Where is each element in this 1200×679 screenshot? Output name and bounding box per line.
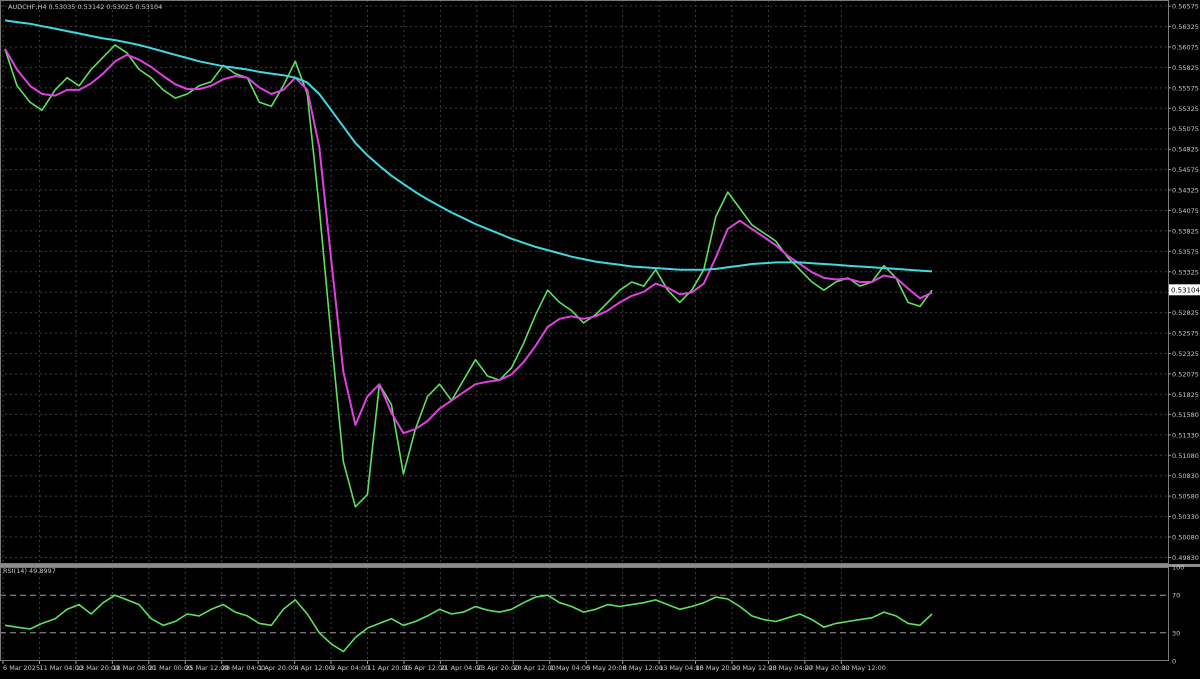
rsi-tick-label: 30 [1172, 629, 1180, 637]
price-tick-label: 0.50580 [1172, 493, 1199, 501]
price-tick-label: 0.54575 [1172, 166, 1199, 174]
time-tick-label: 1 May 04:00 [550, 664, 590, 672]
price-tick-label: 0.55325 [1172, 105, 1199, 113]
price-tick-label: 0.51080 [1172, 452, 1199, 460]
price-tick-label: 0.55075 [1172, 125, 1199, 133]
chart-svg[interactable]: 0.56575 0.56325 0.56075 0.55825 0.55575 0.553… [0, 0, 1200, 675]
last-price-label: 0.53104 [1171, 286, 1200, 294]
rsi-tick-label: 0 [1172, 658, 1176, 666]
price-tick-label: 0.51825 [1172, 391, 1199, 399]
price-tick-label: 0.54825 [1172, 146, 1199, 154]
time-tick-label: 30 May 12:00 [841, 664, 886, 672]
rsi-tick-label: 70 [1172, 592, 1180, 600]
price-tick-label: 0.51330 [1172, 431, 1199, 439]
price-tick-label: 0.52825 [1172, 309, 1199, 317]
price-tick-label: 0.53325 [1172, 268, 1199, 276]
time-tick-label: 9 Apr 04:00 [331, 664, 369, 672]
time-tick-label: 4 Apr 12:00 [295, 664, 333, 672]
price-tick-label: 0.55575 [1172, 84, 1199, 92]
price-tick-label: 0.54075 [1172, 207, 1199, 215]
price-tick-label: 0.53825 [1172, 227, 1199, 235]
panel-separator[interactable] [0, 564, 1200, 567]
price-tick-label: 0.56325 [1172, 23, 1199, 31]
time-tick-label: 1 Apr 20:00 [258, 664, 296, 672]
price-tick-label: 0.54325 [1172, 187, 1199, 195]
price-tick-label: 0.53575 [1172, 248, 1199, 256]
price-tick-label: 0.50330 [1172, 513, 1199, 521]
price-tick-label: 0.49830 [1172, 554, 1199, 562]
price-tick-label: 0.52325 [1172, 350, 1199, 358]
time-tick-label: 5 May 20:00 [586, 664, 626, 672]
price-tick-label: 0.56075 [1172, 44, 1199, 52]
price-tick-label: 0.50830 [1172, 472, 1199, 480]
price-tick-label: 0.52075 [1172, 370, 1199, 378]
main-chart-header: AUDCHF,H4 0.53035 0.53142 0.53025 0.5310… [8, 3, 162, 11]
time-tick-label: 6 Mar 2025 [3, 664, 40, 672]
price-tick-label: 0.52575 [1172, 330, 1199, 338]
price-tick-label: 0.51580 [1172, 411, 1199, 419]
price-tick-label: 0.50080 [1172, 534, 1199, 542]
rsi-tick-label: 100 [1172, 564, 1184, 572]
last-price-marker: 0.53104 [1169, 284, 1200, 296]
rsi-header: RSI(14) 49.8997 [3, 567, 56, 575]
chart-container[interactable]: 0.56575 0.56325 0.56075 0.55825 0.55575 0.553… [0, 0, 1200, 675]
price-tick-label: 0.55825 [1172, 64, 1199, 72]
price-tick-label: 0.56575 [1172, 3, 1199, 11]
time-tick-label: 8 May 12:00 [623, 664, 663, 672]
